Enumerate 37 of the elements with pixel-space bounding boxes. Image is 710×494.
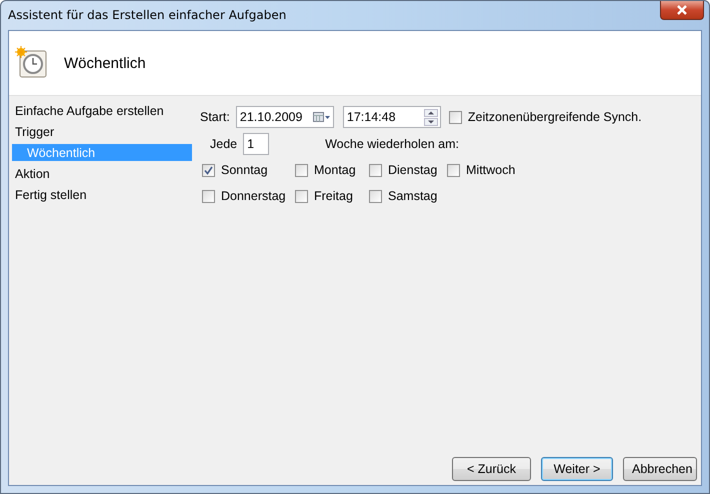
checkbox[interactable] (447, 164, 460, 176)
checkbox[interactable] (202, 190, 215, 202)
checkbox-label: Montag (314, 163, 356, 177)
checkbox[interactable] (448, 110, 462, 124)
checkbox-label: Zeitzonenübergreifende Synch. (468, 110, 642, 124)
checkbox[interactable] (369, 164, 382, 176)
close-icon (676, 5, 688, 15)
calendar-icon[interactable] (312, 111, 331, 123)
nav-item[interactable]: Einfache Aufgabe erstellen (12, 102, 192, 119)
page-title: Wöchentlich (64, 54, 146, 72)
spin-down-icon[interactable] (424, 118, 438, 126)
checkbox[interactable] (295, 190, 308, 202)
start-label: Start: (200, 110, 230, 124)
date-picker[interactable]: 21.10.2009 (236, 106, 334, 128)
dialog-button[interactable]: < Zurück (452, 457, 531, 481)
checkbox-label: Mittwoch (466, 163, 516, 177)
nav-item[interactable]: Trigger (12, 123, 192, 140)
number-field[interactable]: 1 (243, 133, 270, 155)
every-label: Jede (210, 137, 238, 151)
time-field[interactable]: 17:14:48 (342, 106, 441, 128)
checkbox-label: Donnerstag (221, 189, 286, 203)
checkbox-label: Freitag (314, 189, 353, 203)
close-button[interactable] (660, 1, 704, 20)
spin-up-icon[interactable] (424, 108, 438, 116)
window-title: Assistent für das Erstellen einfacher Aufgaben (8, 8, 286, 22)
checkbox-label: Dienstag (388, 163, 438, 177)
nav-item[interactable]: Aktion (12, 165, 192, 182)
repeat-label: Woche wiederholen am: (325, 137, 459, 151)
checkbox-label: Sonntag (221, 163, 268, 177)
checkbox[interactable] (369, 190, 382, 202)
checkbox[interactable] (295, 164, 308, 176)
dialog-button[interactable]: Abbrechen (623, 457, 697, 481)
checkbox-label: Samstag (388, 189, 438, 203)
nav-item[interactable]: Fertig stellen (12, 186, 192, 203)
checkbox[interactable] (202, 164, 215, 176)
clock-icon (15, 46, 49, 80)
dialog-button[interactable]: Weiter > (541, 457, 613, 481)
